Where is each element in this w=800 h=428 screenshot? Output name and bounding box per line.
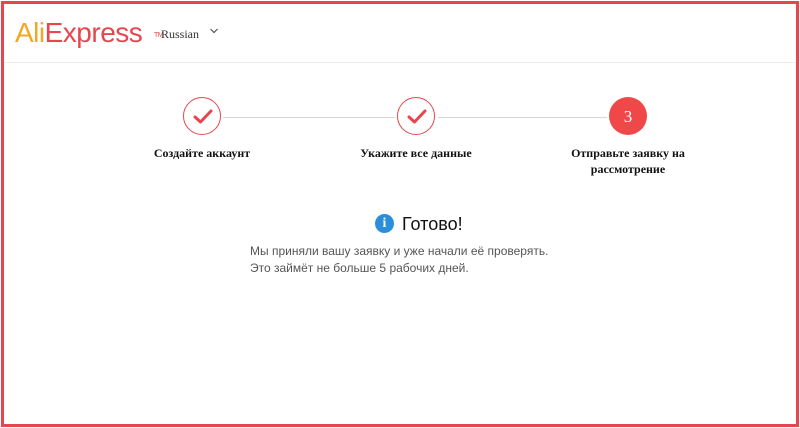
step-3-label: Отправьте заявку на рассмотрение [558,145,698,177]
step-3-label-line-2: рассмотрение [590,162,666,176]
info-icon: i [375,214,394,233]
aliexpress-logo[interactable]: AliExpress TM [15,17,164,49]
logo-express-text: Express [44,17,143,48]
result-title: Готово! [402,214,463,234]
header: AliExpress TM Russian [4,4,796,63]
page-frame: AliExpress TM Russian Создайте аккаунт У… [1,1,799,427]
logo-ali-text: Ali [15,17,45,48]
result-message: Мы приняли вашу заявку и уже начали её п… [250,244,549,275]
language-selector[interactable]: Russian [161,27,199,42]
step-1-label: Создайте аккаунт [153,146,251,160]
step-2-label: Укажите все данные [360,146,472,160]
step-connector [223,117,395,118]
checkmark-icon [193,109,213,124]
step-connector [438,117,607,118]
step-2-done-indicator [397,97,435,135]
progress-steps: Создайте аккаунт Укажите все данные 3 От… [4,97,796,187]
chevron-down-icon[interactable] [209,26,219,36]
checkmark-icon [407,109,427,124]
step-3-active-indicator: 3 [609,97,647,135]
step-3-label-line-1: Отправьте заявку на [571,146,685,160]
step-1-done-indicator [183,97,221,135]
